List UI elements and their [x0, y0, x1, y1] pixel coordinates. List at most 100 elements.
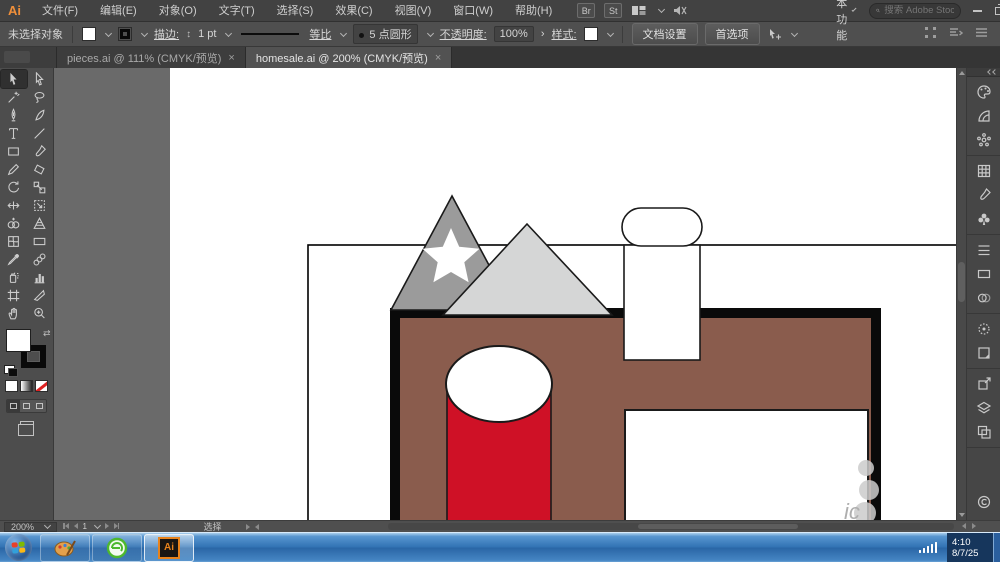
default-fill-stroke-icon[interactable]: [4, 365, 15, 374]
chevron-down-icon[interactable]: [225, 29, 232, 36]
stroke-color-swatch[interactable]: [118, 27, 132, 41]
zoom-level-control[interactable]: 200%: [4, 522, 57, 532]
creative-cloud-icon[interactable]: [972, 490, 996, 514]
taskbar-paint-app[interactable]: [40, 534, 90, 562]
eraser-tool[interactable]: [27, 160, 53, 178]
perspective-grid-tool[interactable]: [27, 214, 53, 232]
hand-tool[interactable]: [1, 304, 27, 322]
gradient-button[interactable]: [20, 380, 33, 392]
graphic-styles-panel-icon[interactable]: [972, 341, 996, 365]
stock-button[interactable]: St: [604, 3, 622, 18]
network-icon[interactable]: [919, 542, 938, 553]
taskbar-clock[interactable]: 4:10 8/7/25: [947, 533, 993, 562]
mesh-tool[interactable]: [1, 232, 27, 250]
line-segment-tool[interactable]: [27, 124, 53, 142]
more-options-icon[interactable]: ›: [541, 28, 545, 40]
close-tab-icon[interactable]: ×: [435, 52, 441, 64]
vertical-scroll-thumb[interactable]: [958, 262, 965, 302]
scale-tool[interactable]: [27, 178, 53, 196]
draw-behind-button[interactable]: [20, 400, 33, 412]
scroll-right-icon[interactable]: [972, 523, 976, 529]
align-dots-icon[interactable]: [924, 26, 937, 42]
chevron-down-icon[interactable]: [791, 29, 798, 36]
document-canvas[interactable]: ic: [54, 68, 956, 520]
menu-edit[interactable]: 编辑(E): [89, 0, 148, 22]
door-rectangle-shape[interactable]: [625, 410, 868, 520]
panel-menu-icon[interactable]: [975, 27, 988, 41]
menu-type[interactable]: 文字(T): [208, 0, 266, 22]
selection-tool[interactable]: [1, 70, 27, 88]
chevron-down-icon[interactable]: [340, 29, 347, 36]
color-guide-panel-icon[interactable]: [972, 104, 996, 128]
horizontal-scroll-thumb[interactable]: [638, 524, 798, 529]
chevron-down-icon[interactable]: [105, 29, 112, 36]
taskbar-browser[interactable]: [92, 534, 142, 562]
scroll-left-icon[interactable]: [962, 523, 966, 529]
next-artboard-button[interactable]: [105, 522, 109, 531]
preferences-button[interactable]: 首选项: [705, 23, 760, 45]
last-artboard-button[interactable]: [114, 522, 120, 531]
chevron-down-icon[interactable]: [141, 29, 148, 36]
pencil-tool[interactable]: [1, 160, 27, 178]
swap-fill-stroke-icon[interactable]: ⇄: [43, 328, 51, 339]
previous-artboard-button[interactable]: [74, 522, 78, 531]
chevron-down-icon[interactable]: [607, 29, 614, 36]
blend-tool[interactable]: [27, 250, 53, 268]
menu-help[interactable]: 帮助(H): [504, 0, 563, 22]
arrange-documents-icon[interactable]: [631, 4, 647, 17]
menu-file[interactable]: 文件(F): [31, 0, 89, 22]
bridge-button[interactable]: Br: [577, 3, 595, 18]
menu-view[interactable]: 视图(V): [384, 0, 443, 22]
show-desktop-button[interactable]: [993, 533, 1000, 562]
draw-normal-button[interactable]: [7, 400, 20, 412]
cs-live-muted-icon[interactable]: [673, 4, 688, 17]
none-button[interactable]: [35, 380, 48, 392]
close-tab-icon[interactable]: ×: [228, 52, 234, 64]
stroke-label[interactable]: 描边:: [154, 26, 179, 42]
free-transform-tool[interactable]: [27, 196, 53, 214]
fill-color-swatch[interactable]: [82, 27, 96, 41]
chevron-down-icon[interactable]: [658, 6, 665, 13]
style-label[interactable]: 样式:: [551, 26, 576, 42]
column-graph-tool[interactable]: [27, 268, 53, 286]
brush-pen-tool[interactable]: [27, 106, 53, 124]
magic-wand-tool[interactable]: [1, 88, 27, 106]
scroll-up-icon[interactable]: [959, 71, 965, 75]
stroke-panel-icon[interactable]: [972, 238, 996, 262]
appearance-panel-icon[interactable]: [972, 317, 996, 341]
artboard-number[interactable]: 1: [83, 522, 87, 531]
paragraph-panel-icon[interactable]: [949, 27, 963, 42]
symbols-panel-icon[interactable]: [972, 207, 996, 231]
artboard-tool[interactable]: [1, 286, 27, 304]
transparency-panel-icon[interactable]: [972, 286, 996, 310]
tab-homesale[interactable]: homesale.ai @ 200% (CMYK/预览) ×: [246, 47, 452, 68]
brush-definition[interactable]: 5 点圆形: [353, 24, 417, 44]
rotate-tool[interactable]: [1, 178, 27, 196]
artboards-panel-icon[interactable]: [972, 420, 996, 444]
search-input[interactable]: [884, 5, 954, 16]
restore-button[interactable]: [995, 7, 1000, 15]
chevron-down-icon[interactable]: [94, 522, 101, 529]
first-artboard-button[interactable]: [63, 522, 69, 531]
zoom-tool[interactable]: [27, 304, 53, 322]
paintbrush-tool[interactable]: [27, 142, 53, 160]
menu-effect[interactable]: 效果(C): [324, 0, 383, 22]
stroke-weight-value[interactable]: 1 pt: [198, 28, 216, 40]
fill-swatch[interactable]: [6, 329, 31, 352]
opacity-label[interactable]: 不透明度:: [440, 26, 487, 42]
screen-mode-button[interactable]: [20, 421, 34, 431]
color-button[interactable]: [5, 380, 18, 392]
horizontal-scrollbar[interactable]: [388, 523, 954, 530]
workspace-switcher[interactable]: 基本功能: [836, 0, 855, 43]
menu-select[interactable]: 选择(S): [266, 0, 325, 22]
ellipse-shape[interactable]: [446, 346, 552, 422]
pen-tool[interactable]: [1, 106, 27, 124]
shape-builder-tool[interactable]: [1, 214, 27, 232]
lasso-tool[interactable]: [27, 88, 53, 106]
menu-window[interactable]: 窗口(W): [442, 0, 504, 22]
links-panel-icon[interactable]: [972, 372, 996, 396]
color-themes-panel-icon[interactable]: [972, 128, 996, 152]
swatches-panel-icon[interactable]: [972, 159, 996, 183]
symbol-sprayer-tool[interactable]: [1, 268, 27, 286]
layers-panel-icon[interactable]: [972, 396, 996, 420]
